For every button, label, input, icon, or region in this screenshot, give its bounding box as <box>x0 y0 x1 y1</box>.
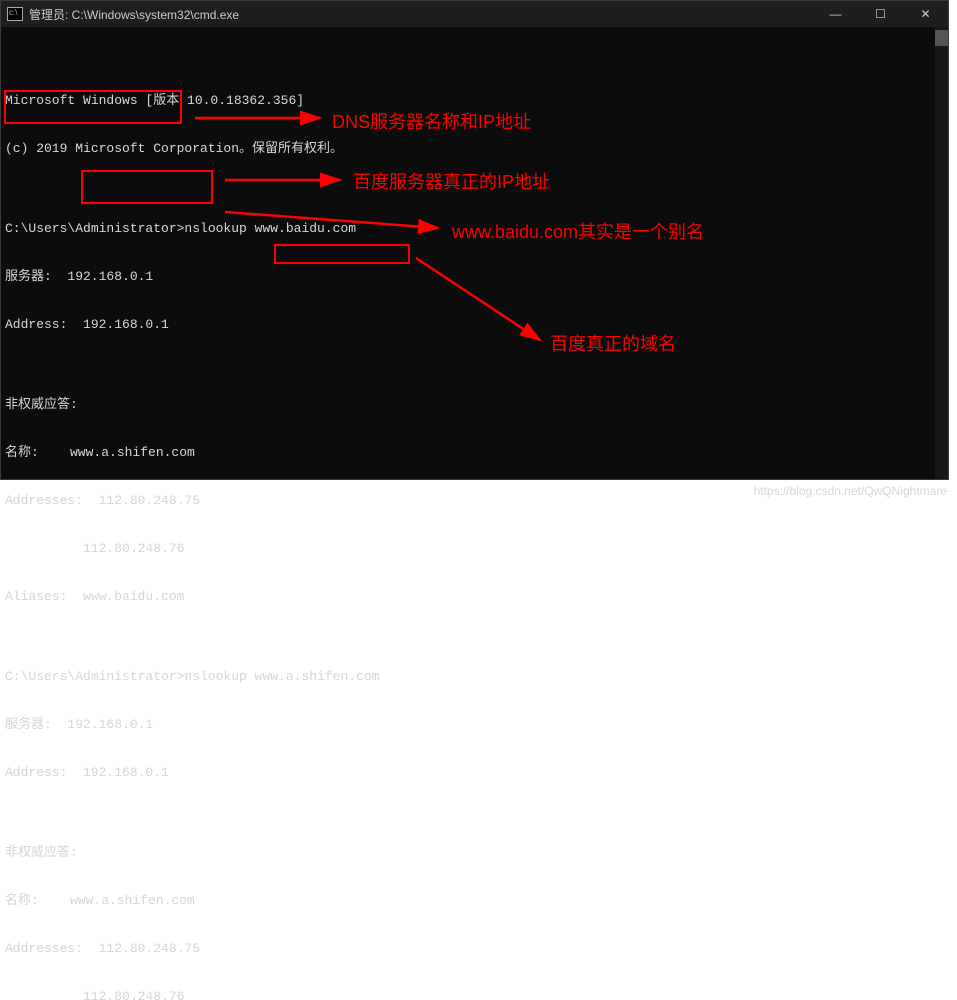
annotation-baidu-ip: 百度服务器真正的IP地址 <box>353 168 550 194</box>
titlebar[interactable]: c:\ 管理员: C:\Windows\system32\cmd.exe — ☐… <box>1 1 948 27</box>
annotation-alias: www.baidu.com其实是一个别名 <box>452 218 704 244</box>
terminal-line: 名称: www.a.shifen.com <box>5 445 944 461</box>
terminal-line: 112.80.248.76 <box>5 541 944 557</box>
scrollbar-thumb[interactable] <box>935 30 948 46</box>
annotation-dns: DNS服务器名称和IP地址 <box>332 108 531 134</box>
terminal-line: 名称: www.a.shifen.com <box>5 893 944 909</box>
window-title: 管理员: C:\Windows\system32\cmd.exe <box>29 6 813 23</box>
terminal-line: C:\Users\Administrator>nslookup www.a.sh… <box>5 669 944 685</box>
terminal-line: 服务器: 192.168.0.1 <box>5 269 944 285</box>
cmd-icon: c:\ <box>7 7 23 21</box>
terminal-body[interactable]: Microsoft Windows [版本 10.0.18362.356] (c… <box>1 27 948 479</box>
terminal-line: Addresses: 112.80.248.75 <box>5 941 944 957</box>
terminal-line: Address: 192.168.0.1 <box>5 317 944 333</box>
terminal-line: (c) 2019 Microsoft Corporation。保留所有权利。 <box>5 141 944 157</box>
terminal-line: 非权威应答: <box>5 397 944 413</box>
scrollbar-track[interactable] <box>935 27 948 479</box>
watermark-text: https://blog.csdn.net/QwQNightmare <box>754 484 947 498</box>
terminal-line: 非权威应答: <box>5 845 944 861</box>
terminal-line: 服务器: 192.168.0.1 <box>5 717 944 733</box>
minimize-button[interactable]: — <box>813 1 858 27</box>
annotation-real-domain: 百度真正的域名 <box>550 330 676 356</box>
terminal-line: Address: 192.168.0.1 <box>5 765 944 781</box>
terminal-line: 112.80.248.76 <box>5 989 944 1000</box>
terminal-line: Aliases: www.baidu.com <box>5 589 944 605</box>
close-button[interactable]: ✕ <box>903 1 948 27</box>
maximize-button[interactable]: ☐ <box>858 1 903 27</box>
terminal-line: Microsoft Windows [版本 10.0.18362.356] <box>5 93 944 109</box>
window-controls: — ☐ ✕ <box>813 1 948 27</box>
